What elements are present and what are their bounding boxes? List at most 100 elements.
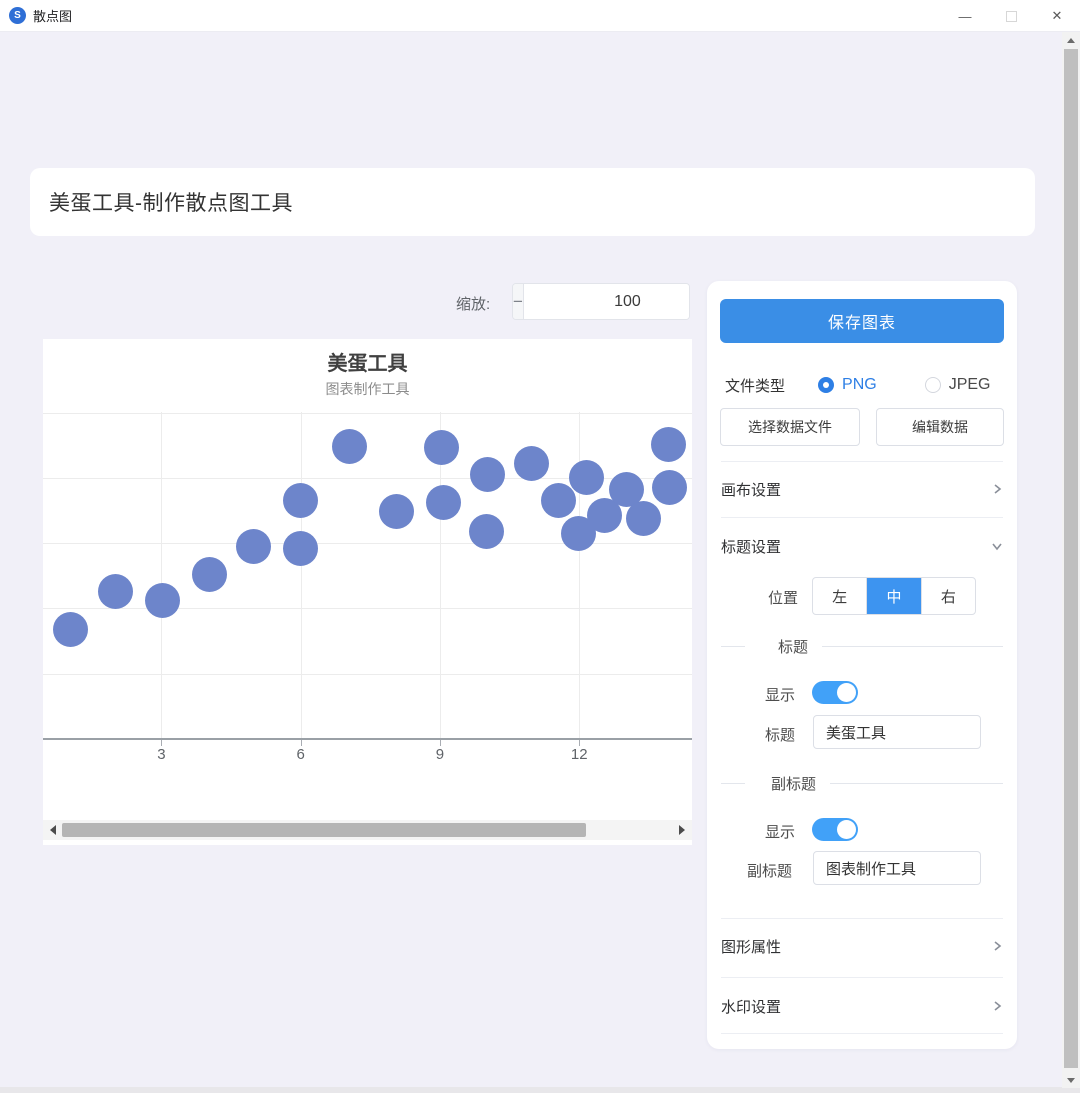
scatter-plot-area: 3 6 9 12	[43, 339, 692, 845]
titlebar: S 散点图 — ✕	[0, 0, 1080, 32]
gridline-vertical	[301, 412, 302, 739]
gridline-horizontal	[43, 543, 692, 544]
gridline-horizontal	[43, 413, 692, 414]
title-show-toggle[interactable]	[812, 681, 858, 704]
chevron-down-icon	[991, 540, 1003, 552]
scatter-point	[145, 583, 180, 618]
edit-data-button[interactable]: 编辑数据	[876, 408, 1004, 446]
scatter-point	[470, 457, 505, 492]
section-shape-label: 图形属性	[721, 936, 781, 957]
scatter-point	[98, 574, 133, 609]
choose-data-file-button[interactable]: 选择数据文件	[720, 408, 860, 446]
x-axis-tick-label: 12	[559, 746, 599, 763]
radio-png[interactable]: PNG	[818, 376, 877, 394]
position-right-button[interactable]: 右	[922, 578, 975, 614]
zoom-value-input[interactable]	[524, 284, 690, 319]
subtitle-show-label: 显示	[765, 821, 795, 842]
vertical-scrollbar-thumb[interactable]	[1064, 49, 1078, 1068]
chart-canvas: 3 6 9 12 美蛋工具 图表制作工具	[43, 339, 692, 845]
window-title: 散点图	[33, 6, 72, 25]
section-watermark-label: 水印设置	[721, 996, 781, 1017]
scatter-point	[652, 470, 687, 505]
scroll-left-arrow-icon[interactable]	[45, 820, 61, 840]
divider	[721, 1033, 1003, 1034]
divider	[721, 461, 1003, 462]
x-axis-line	[43, 738, 692, 740]
position-segmented-control: 左 中 右	[812, 577, 976, 615]
position-left-button[interactable]: 左	[813, 578, 867, 614]
subtitle-show-toggle[interactable]	[812, 818, 858, 841]
zoom-stepper: − +	[512, 283, 690, 320]
radio-png-label: PNG	[842, 376, 877, 394]
radio-unselected-icon	[925, 377, 941, 393]
title-group-divider: 标题	[721, 638, 1003, 654]
section-title-settings[interactable]: 标题设置	[721, 531, 1003, 561]
subtitle-field-label: 副标题	[747, 860, 792, 881]
title-show-row: 显示	[707, 681, 1017, 705]
scatter-point	[514, 446, 549, 481]
scatter-point	[192, 557, 227, 592]
scatter-point	[569, 460, 604, 495]
scatter-point	[424, 430, 459, 465]
chart-subtitle: 图表制作工具	[43, 379, 692, 399]
title-input-row: 标题	[707, 715, 1017, 749]
subtitle-group-divider: 副标题	[721, 775, 1003, 791]
chevron-right-icon	[991, 483, 1003, 495]
title-group-heading: 标题	[778, 636, 808, 657]
section-canvas-settings[interactable]: 画布设置	[721, 474, 1003, 504]
chevron-right-icon	[991, 940, 1003, 952]
divider	[721, 517, 1003, 518]
gridline-vertical	[161, 412, 162, 739]
x-axis-tick-label: 9	[420, 746, 460, 763]
radio-jpeg-label: JPEG	[949, 376, 991, 394]
app-logo-icon: S	[9, 7, 26, 24]
maximize-icon	[1006, 11, 1017, 22]
divider	[721, 918, 1003, 919]
scatter-point	[236, 529, 271, 564]
position-center-button[interactable]: 中	[867, 578, 921, 614]
page-title: 美蛋工具-制作散点图工具	[49, 187, 293, 217]
file-type-label: 文件类型	[725, 375, 785, 396]
window-vertical-scrollbar[interactable]	[1062, 32, 1080, 1088]
subtitle-input[interactable]	[813, 851, 981, 885]
scatter-point	[283, 483, 318, 518]
scatter-point	[541, 483, 576, 518]
x-axis-tick-label: 6	[281, 746, 321, 763]
title-show-label: 显示	[765, 684, 795, 705]
section-canvas-label: 画布设置	[721, 479, 781, 500]
save-chart-button[interactable]: 保存图表	[720, 299, 1004, 343]
radio-jpeg[interactable]: JPEG	[925, 376, 991, 394]
scroll-down-arrow-icon[interactable]	[1062, 1072, 1080, 1088]
gridline-horizontal	[43, 608, 692, 609]
x-axis-tick-label: 3	[141, 746, 181, 763]
settings-panel: 保存图表 文件类型 PNG JPEG 选择数据文件 编辑数据 画布设置 标题设置	[707, 281, 1017, 1049]
divider	[721, 977, 1003, 978]
scroll-up-arrow-icon[interactable]	[1062, 32, 1080, 48]
chart-horizontal-scrollbar[interactable]	[43, 820, 692, 840]
maximize-button[interactable]	[988, 0, 1034, 32]
title-input[interactable]	[813, 715, 981, 749]
scatter-point	[626, 501, 661, 536]
section-watermark-settings[interactable]: 水印设置	[721, 991, 1003, 1021]
file-type-row: 文件类型 PNG JPEG	[725, 373, 999, 397]
scatter-point	[651, 427, 686, 462]
close-button[interactable]: ✕	[1034, 0, 1080, 32]
position-label: 位置	[768, 587, 798, 608]
zoom-label: 缩放:	[456, 293, 490, 314]
app-window: S 散点图 — ✕ 美蛋工具-制作散点图工具 缩放: − + 3 6 9 12 美蛋工…	[0, 0, 1080, 1093]
scroll-right-arrow-icon[interactable]	[674, 820, 690, 840]
subtitle-show-row: 显示	[707, 818, 1017, 842]
zoom-minus-button[interactable]: −	[513, 284, 524, 319]
window-controls: — ✕	[942, 0, 1080, 32]
radio-selected-icon	[818, 377, 834, 393]
subtitle-input-row: 副标题	[707, 851, 1017, 885]
chart-title: 美蛋工具	[43, 347, 692, 376]
minimize-button[interactable]: —	[942, 0, 988, 32]
page-header-card: 美蛋工具-制作散点图工具	[30, 168, 1035, 236]
horizontal-scrollbar-thumb[interactable]	[62, 823, 586, 837]
taskbar-edge	[0, 1087, 1080, 1093]
section-shape-properties[interactable]: 图形属性	[721, 931, 1003, 961]
scatter-point	[53, 612, 88, 647]
scatter-point	[426, 485, 461, 520]
scatter-point	[469, 514, 504, 549]
